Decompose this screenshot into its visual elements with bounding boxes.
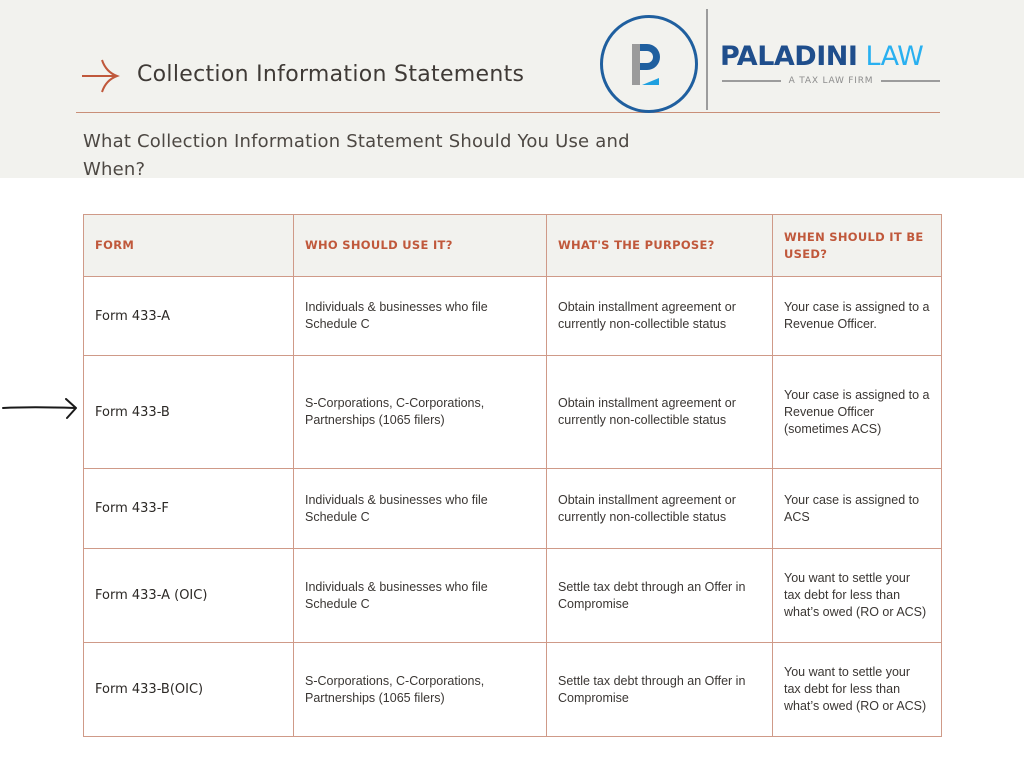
page-subtitle: What Collection Information Statement Sh… xyxy=(83,131,630,180)
table-row: Form 433-A (OIC) Individuals & businesse… xyxy=(83,548,942,643)
cell-purpose: Obtain installment agreement or currentl… xyxy=(546,355,773,469)
logo-brand-primary: PALADINI xyxy=(720,41,858,72)
logo-monogram-stem xyxy=(632,44,640,85)
cell-who: S-Corporations, C-Corporations, Partners… xyxy=(293,642,547,737)
cell-purpose: Settle tax debt through an Offer in Comp… xyxy=(546,548,773,643)
logo-tagline-line-left xyxy=(722,80,781,82)
page-title: Collection Information Statements xyxy=(137,62,525,87)
logo-brand-secondary: LAW xyxy=(865,41,924,72)
cell-purpose: Settle tax debt through an Offer in Comp… xyxy=(546,642,773,737)
cell-form: Form 433-A (OIC) xyxy=(83,548,294,643)
logo-wordmark: PALADINI LAW xyxy=(720,41,924,72)
column-header-when: WHEN SHOULD IT BE USED? xyxy=(772,214,942,277)
column-header-purpose: WHAT'S THE PURPOSE? xyxy=(546,214,773,277)
table-row: Form 433-A Individuals & businesses who … xyxy=(83,276,942,356)
logo-tagline: A TAX LAW FIRM xyxy=(788,76,874,86)
cell-form: Form 433-A xyxy=(83,276,294,356)
cell-who: Individuals & businesses who file Schedu… xyxy=(293,548,547,643)
arrow-right-icon xyxy=(82,59,120,93)
table-header-row: FORM WHO SHOULD USE IT? WHAT'S THE PURPO… xyxy=(83,214,942,277)
table-row: Form 433-F Individuals & businesses who … xyxy=(83,468,942,549)
cell-when: Your case is assigned to a Revenue Offic… xyxy=(772,276,942,356)
cell-purpose: Obtain installment agreement or currentl… xyxy=(546,468,773,549)
cell-who: S-Corporations, C-Corporations, Partners… xyxy=(293,355,547,469)
collection-statements-table: FORM WHO SHOULD USE IT? WHAT'S THE PURPO… xyxy=(83,214,942,737)
hand-drawn-arrow-icon xyxy=(2,398,77,419)
cell-when: You want to settle your tax debt for les… xyxy=(772,642,942,737)
cell-who: Individuals & businesses who file Schedu… xyxy=(293,468,547,549)
cell-when: You want to settle your tax debt for les… xyxy=(772,548,942,643)
cell-purpose: Obtain installment agreement or currentl… xyxy=(546,276,773,356)
column-header-form: FORM xyxy=(83,214,294,277)
cell-form: Form 433-B(OIC) xyxy=(83,642,294,737)
cell-form: Form 433-B xyxy=(83,355,294,469)
column-header-who: WHO SHOULD USE IT? xyxy=(293,214,547,277)
cell-when: Your case is assigned to ACS xyxy=(772,468,942,549)
logo-divider xyxy=(706,9,708,110)
table-row: Form 433-B S-Corporations, C-Corporation… xyxy=(83,355,942,469)
header-divider xyxy=(76,112,940,113)
cell-when: Your case is assigned to a Revenue Offic… xyxy=(772,355,942,469)
logo-tagline-row: A TAX LAW FIRM xyxy=(722,74,941,88)
cell-who: Individuals & businesses who file Schedu… xyxy=(293,276,547,356)
table-row: Form 433-B(OIC) S-Corporations, C-Corpor… xyxy=(83,642,942,737)
logo-tagline-line-right xyxy=(881,80,941,82)
cell-form: Form 433-F xyxy=(83,468,294,549)
